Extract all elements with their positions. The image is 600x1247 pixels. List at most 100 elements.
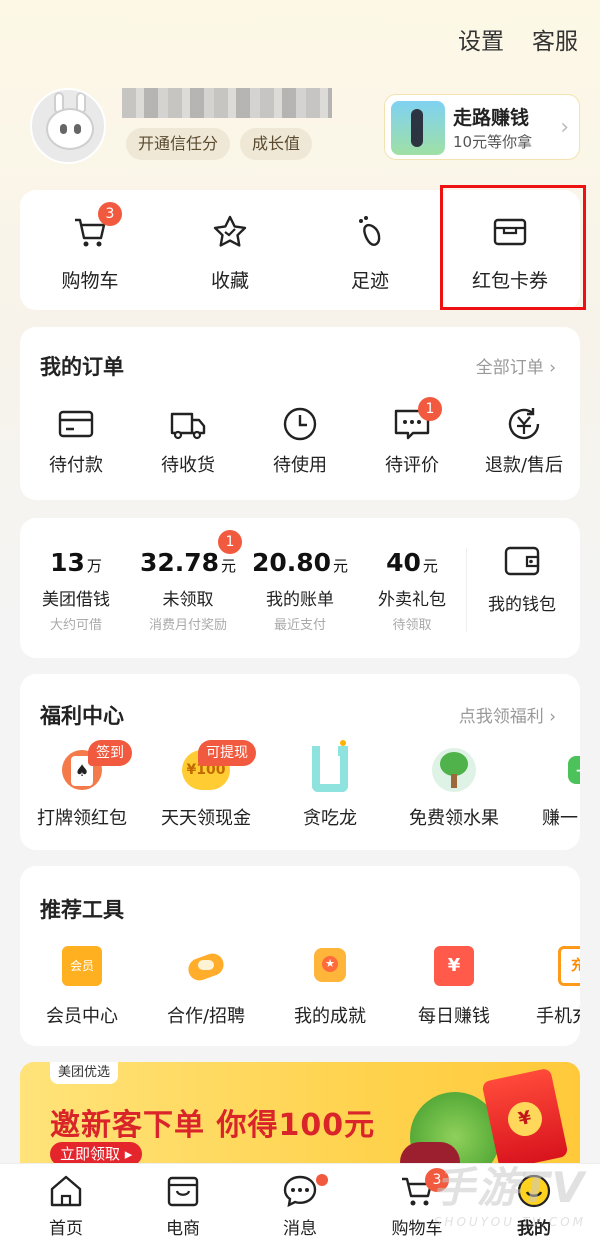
chevron-right-icon: › [549,358,556,378]
top-bar: 设置 客服 [458,22,578,56]
welfare-link-label: 点我领福利 [458,707,544,727]
avatar[interactable] [30,88,106,164]
trust-score-tag[interactable]: 开通信任分 [126,128,231,160]
watermark-main: 手游TV [432,1163,586,1212]
wallet-card: 13 万 美团借钱 大约可借 32.78 元 未领取 消费月付奖励 1 20.80 元… [20,518,580,658]
order-to-review[interactable]: 1 待评价 [356,397,468,477]
quick-favorites[interactable]: 收藏 [160,190,300,310]
medal-icon: ★ [310,946,350,986]
tool-daily-earn[interactable]: ¥ 每日赚钱 [392,946,516,1028]
message-icon [283,1175,317,1208]
wallet-unit: 元 [221,557,237,575]
my-orders-card: 我的订单 全部订单 › 待付款 待收货 待使用 1 待评价 退款/售后 [20,327,580,500]
all-orders-label: 全部订单 [475,358,544,378]
wallet-loan[interactable]: 13 万 美团借钱 大约可借 [20,548,132,633]
wallet-label: 未领取 [162,590,214,610]
wallet-number: 13 [50,548,85,577]
wallet-number: 20.80 [251,548,332,577]
customer-service-button[interactable]: 客服 [532,22,578,56]
welfare-label: 打牌领红包 [37,808,127,829]
tool-cooperation[interactable]: 合作/招聘 [144,946,268,1028]
avatar-eye [60,124,67,134]
tool-member[interactable]: 会员 会员中心 [20,946,144,1028]
order-pending-payment[interactable]: 待付款 [20,405,132,477]
walk-earn-promo[interactable]: 走路赚钱 10元等你拿 › [384,94,580,160]
plus-game-icon: + [554,746,580,794]
quick-cart[interactable]: 3 购物车 [20,190,160,310]
watermark: 手游TV SHOUYOU TV.COM [433,1154,586,1229]
order-label: 待使用 [273,455,327,476]
tool-phone-charge[interactable]: 充 手机充 [516,946,580,1028]
wallet-sub: 大约可借 [49,618,102,633]
order-refund[interactable]: 退款/售后 [468,405,580,477]
order-label: 待收货 [161,455,215,476]
handshake-icon [185,946,227,986]
welfare-label: 赚一 [542,808,578,829]
welfare-snake[interactable]: 贪吃龙 [268,740,392,830]
tab-label: 首页 [49,1219,83,1239]
order-label: 待付款 [49,455,103,476]
welfare-label: 天天领现金 [161,808,251,829]
orders-title: 我的订单 [40,355,124,379]
wallet-sub: 消费月付奖励 [148,618,227,633]
sign-in-tag: 签到 [88,740,132,766]
tools-title: 推荐工具 [40,898,124,922]
welfare-title: 福利中心 [40,704,124,728]
member-icon: 会员 [62,946,102,986]
wallet-label: 我的账单 [266,590,334,610]
wallet-label: 美团借钱 [42,590,110,610]
welfare-link[interactable]: 点我领福利 › [459,702,556,727]
card-icon [58,410,94,438]
banner-brand: 美团优选 [50,1062,119,1084]
order-label: 待评价 [385,455,439,476]
quick-label: 收藏 [210,270,249,292]
clock-icon [283,407,317,441]
tab-home[interactable]: 首页 [16,1174,116,1239]
wallet-value: 40 元 [356,548,468,577]
recommended-tools-card: 推荐工具 会员 会员中心 合作/招聘 ★ 我的成就 ¥ 每日赚钱 充 手机充 [20,866,580,1046]
tool-achievement[interactable]: ★ 我的成就 [268,946,392,1028]
wallet-value: 20.80 元 [244,548,356,577]
tool-label: 我的成就 [294,1006,366,1027]
tab-shop[interactable]: 电商 [133,1174,233,1239]
wallet-unit: 万 [86,557,102,575]
cart-badge: 3 [98,202,122,226]
quick-label: 足迹 [350,270,389,292]
my-wallet-label: 我的钱包 [488,595,556,615]
home-icon [50,1175,82,1207]
wallet-sub: 待领取 [392,618,432,633]
calendar-money-icon: ¥ [434,946,474,986]
walking-person-icon [391,101,445,155]
tool-label: 每日赚钱 [418,1006,490,1027]
growth-value-tag[interactable]: 成长值 [240,128,313,160]
tab-messages[interactable]: 消息 [250,1174,350,1239]
quick-footprint[interactable]: 足迹 [300,190,440,310]
welfare-earn[interactable]: + 赚一 [516,746,580,830]
my-wallet[interactable]: 我的钱包 [466,544,578,615]
order-pending-receipt[interactable]: 待收货 [132,405,244,477]
welfare-fruit[interactable]: 免费领水果 [392,746,516,830]
chevron-right-icon: › [560,115,569,140]
refund-icon [508,408,540,440]
promo-subtitle: 10元等你拿 [453,133,533,151]
tab-label: 消息 [283,1219,317,1239]
chevron-right-icon: › [549,707,556,727]
tool-label: 手机充 [536,1006,580,1027]
unclaimed-badge: 1 [218,530,242,554]
wallet-takeout-gift[interactable]: 40 元 外卖礼包 待领取 [356,548,468,633]
message-dot [316,1174,328,1186]
wallet-unit: 元 [422,557,438,575]
footprint-icon [359,216,381,246]
avatar-face [46,108,94,150]
wallet-bill[interactable]: 20.80 元 我的账单 最近支付 [244,548,356,633]
quick-label: 购物车 [61,270,119,292]
star-icon [213,215,247,247]
wallet-unclaimed[interactable]: 32.78 元 未领取 消费月付奖励 [132,548,244,633]
wallet-number: 40 [386,548,421,577]
tab-label: 电商 [166,1219,200,1239]
wallet-value: 13 万 [20,548,132,577]
order-to-use[interactable]: 待使用 [244,405,356,477]
settings-button[interactable]: 设置 [458,22,504,56]
all-orders-link[interactable]: 全部订单 › [476,353,556,378]
wallet-icon [504,546,540,576]
